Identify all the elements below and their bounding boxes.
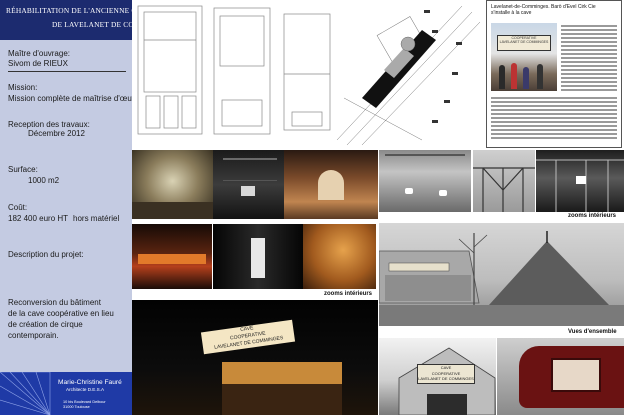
lit-facade — [222, 362, 342, 384]
roof-truss — [223, 158, 277, 181]
press-text-line — [491, 133, 617, 135]
description-line: contemporain. — [8, 331, 59, 340]
description-line: Reconversion du bâtiment — [8, 298, 101, 307]
person-figure — [499, 65, 505, 89]
caption-zooms-interieurs: zooms intérieurs — [568, 213, 617, 219]
press-text-line — [561, 65, 617, 67]
person-figure — [511, 63, 517, 89]
divider — [8, 71, 126, 72]
light-spot — [241, 186, 255, 196]
caption-vues-ensemble: Vues d'ensemble — [568, 329, 617, 335]
owner-label: Maître d'ouvrage: — [8, 49, 71, 58]
beam — [385, 154, 465, 156]
mission-value: Mission complète de maîtrise d'œuvre — [8, 94, 143, 103]
architect-block: Marie-Christine Fauré Architecte D.E.S.A… — [0, 372, 132, 415]
surface-label: Surface: — [8, 165, 38, 174]
cave-sign: CAVE COOPERATIVE LAVELANET DE COMMINGES — [200, 319, 296, 355]
press-headline: Lavelanet-de-Comminges. Barò d'Evel Cirk… — [491, 4, 596, 16]
description-label: Description du projet: — [8, 250, 84, 259]
project-info-sidebar: RÉHABILITATION DE L'ANCIENNE CAVE COOPÉR… — [0, 0, 206, 415]
interior-photo-ceiling — [379, 150, 471, 212]
light-fixture — [405, 188, 413, 194]
press-text-line — [561, 81, 617, 83]
exterior-photo-facade: CAVE COOPERATIVE LAVELANET DE COMMINGES — [379, 338, 496, 415]
arched-opening — [318, 170, 344, 200]
press-text-line — [561, 45, 617, 47]
description-line: de création de cirque — [8, 320, 83, 329]
exterior-photo-overview — [379, 223, 624, 326]
person-figure — [523, 67, 529, 89]
press-text-line — [491, 121, 617, 123]
description-text: Reconversion du bâtiment de la cave coop… — [8, 297, 130, 341]
interior-photo-corridor — [213, 224, 303, 289]
person-figure — [537, 64, 543, 89]
press-clipping: Lavelanet-de-Comminges. Barò d'Evel Cirk… — [486, 0, 622, 148]
frame-structure — [536, 159, 624, 212]
architect-title: Architecte D.E.S.A — [66, 387, 105, 392]
cave-sign-line: LAVELANET DE COMMINGES — [499, 40, 549, 45]
architect-address-line: 31000 Toulouse — [63, 405, 90, 409]
owner-value: Sivom de RIEUX — [8, 59, 69, 68]
interior-photo-projection — [132, 150, 213, 219]
light-fixture — [439, 190, 447, 196]
cost-value: 182 400 euro HT — [8, 214, 69, 223]
press-text-line — [491, 129, 617, 131]
press-text-line — [491, 101, 617, 103]
press-headline-line: s'installe à la cave — [491, 10, 532, 16]
cave-sign: CAVE COOPERATIVE LAVELANET DE COMMINGES — [417, 364, 475, 384]
press-text-line — [561, 89, 617, 91]
press-text-line — [561, 25, 617, 27]
cave-sign: COOPERATIVE LAVELANET DE COMMINGES — [497, 35, 551, 51]
press-text-line — [491, 125, 617, 127]
description-line: de la cave coopérative en lieu — [8, 309, 114, 318]
door-light — [251, 238, 265, 278]
cost-note: hors matériel — [73, 214, 120, 223]
exterior-photo-night: CAVE COOPERATIVE LAVELANET DE COMMINGES — [132, 300, 378, 415]
interior-photo-warm — [303, 224, 376, 289]
caravan-window — [551, 358, 601, 392]
press-text-line — [491, 105, 617, 107]
surface-value: 1000 m2 — [28, 176, 60, 185]
press-text-line — [491, 97, 617, 99]
press-text-line — [561, 53, 617, 55]
press-text-line — [561, 85, 617, 87]
architect-address: 10 bis Boulevard Delbour 31000 Toulouse — [63, 400, 106, 410]
press-text-line — [561, 33, 617, 35]
interior-photo-hall — [213, 150, 284, 219]
cost-label: Coût: — [8, 203, 28, 212]
exterior-photo-caravan — [497, 338, 624, 415]
press-text-line — [561, 57, 617, 59]
architect-name: Marie-Christine Fauré — [58, 379, 122, 386]
press-text-line — [491, 137, 617, 139]
press-text-line — [561, 73, 617, 75]
exterior-scene — [379, 231, 624, 326]
press-text-line — [491, 109, 617, 111]
press-text-line — [561, 61, 617, 63]
press-text-line — [561, 49, 617, 51]
truss-structure — [473, 167, 535, 212]
interior-photo-truss — [473, 150, 535, 212]
ground — [222, 384, 342, 415]
floor-plans-drawing — [137, 5, 481, 146]
press-text-line — [561, 37, 617, 39]
press-photo: COOPERATIVE LAVELANET DE COMMINGES — [491, 23, 557, 91]
floor — [132, 202, 213, 219]
press-text-line — [561, 41, 617, 43]
interior-photo-stage — [132, 224, 212, 289]
stage-light — [138, 254, 206, 264]
press-text-line — [561, 77, 617, 79]
cave-sign-line: LAVELANET DE COMMINGES — [418, 376, 474, 382]
press-text-line — [561, 29, 617, 31]
interior-photo-tunnel — [284, 150, 378, 219]
press-text-line — [561, 69, 617, 71]
press-text-line — [491, 117, 617, 119]
mission-label: Mission: — [8, 83, 38, 92]
reception-value: Décembre 2012 — [28, 129, 85, 138]
press-text-line — [491, 113, 617, 115]
reception-label: Reception des travaux: — [8, 120, 90, 129]
project-title-block: RÉHABILITATION DE L'ANCIENNE CAVE COOPÉR… — [0, 0, 206, 40]
interior-photo-frame — [536, 150, 624, 212]
caption-zooms-interieurs: zooms intérieurs — [324, 291, 373, 297]
